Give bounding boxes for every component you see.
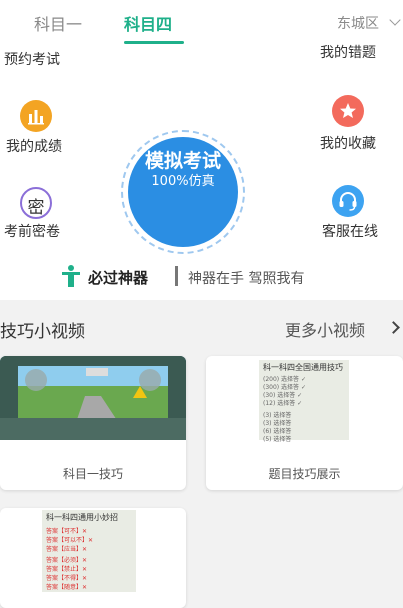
tab-subject-four[interactable]: 科目四 — [124, 11, 172, 35]
must-pass-title[interactable]: 必过神器 — [88, 267, 148, 288]
video-card-tricks[interactable]: 科一科四通用小妙招 答案【可不】✕ 答案【可以不】✕ 答案【应当】✕ 答案【必须… — [0, 508, 186, 608]
doc-title: 科一科四通用小妙招 — [46, 513, 118, 522]
mock-exam-title: 模拟考试 — [144, 150, 221, 172]
customer-service-button[interactable]: 客服在线 — [322, 221, 378, 241]
video-card-label: 科目一技巧 — [62, 467, 123, 481]
active-tab-indicator — [124, 41, 184, 44]
doc-line: 答案【可以不】✕ — [46, 537, 94, 544]
tips-thumbnail: 科一科四全国通用技巧 (200) 选择答 ✓ (300) 选择答 ✓ (30) … — [259, 360, 349, 443]
doc-line: 答案【必须】✕ — [46, 557, 88, 564]
my-scores-button[interactable]: 我的成绩 — [6, 136, 62, 156]
doc-line: 答案【可不】✕ — [46, 528, 88, 535]
doc-title: 科一科四全国通用技巧 — [263, 363, 343, 372]
city-selector[interactable]: 东城区 — [337, 13, 379, 33]
my-mistakes-button[interactable]: 我的错题 — [320, 42, 376, 62]
video-card-subject-one[interactable]: 科目一技巧 — [0, 356, 186, 490]
video-card-tips[interactable]: 科一科四全国通用技巧 (200) 选择答 ✓ (300) 选择答 ✓ (30) … — [206, 356, 403, 490]
bar-chart-icon[interactable] — [20, 100, 52, 132]
more-videos-link[interactable]: 更多小视频 — [285, 317, 365, 341]
doc-line: 答案【应当】✕ — [46, 546, 88, 553]
doc-line: (5) 选择答 — [263, 436, 292, 443]
doc-line: 答案【随意】✕ — [46, 584, 88, 591]
trophy-person-icon — [60, 264, 82, 292]
book-exam-button[interactable]: 预约考试 — [4, 49, 60, 69]
driving-thumbnail — [0, 356, 186, 440]
tricks-thumbnail: 科一科四通用小妙招 答案【可不】✕ 答案【可以不】✕ 答案【应当】✕ 答案【必须… — [42, 510, 136, 592]
video-card-label: 题目技巧展示 — [268, 467, 341, 481]
secret-paper-button[interactable]: 考前密卷 — [4, 221, 60, 241]
tab-subject-one[interactable]: 科目一 — [34, 11, 82, 35]
headset-icon[interactable] — [332, 185, 364, 217]
doc-line: 答案【不得】✕ — [46, 575, 88, 582]
secret-paper-icon[interactable]: 密 — [20, 187, 52, 219]
mock-exam-subtitle: 100%仿真 — [151, 174, 215, 189]
chevron-down-icon[interactable] — [389, 14, 401, 26]
my-favorites-button[interactable]: 我的收藏 — [320, 133, 376, 153]
doc-line: (12) 选择答 ✓ — [263, 400, 303, 407]
doc-line: 答案【禁止】✕ — [46, 566, 88, 573]
divider — [175, 266, 178, 286]
video-section-title: 技巧小视频 — [0, 322, 85, 342]
must-pass-slogan: 神器在手 驾照我有 — [188, 271, 305, 287]
top-tab-bar: 科目一 科目四 东城区 — [0, 0, 403, 48]
star-icon[interactable] — [332, 95, 364, 127]
secret-char: 密 — [27, 198, 45, 218]
